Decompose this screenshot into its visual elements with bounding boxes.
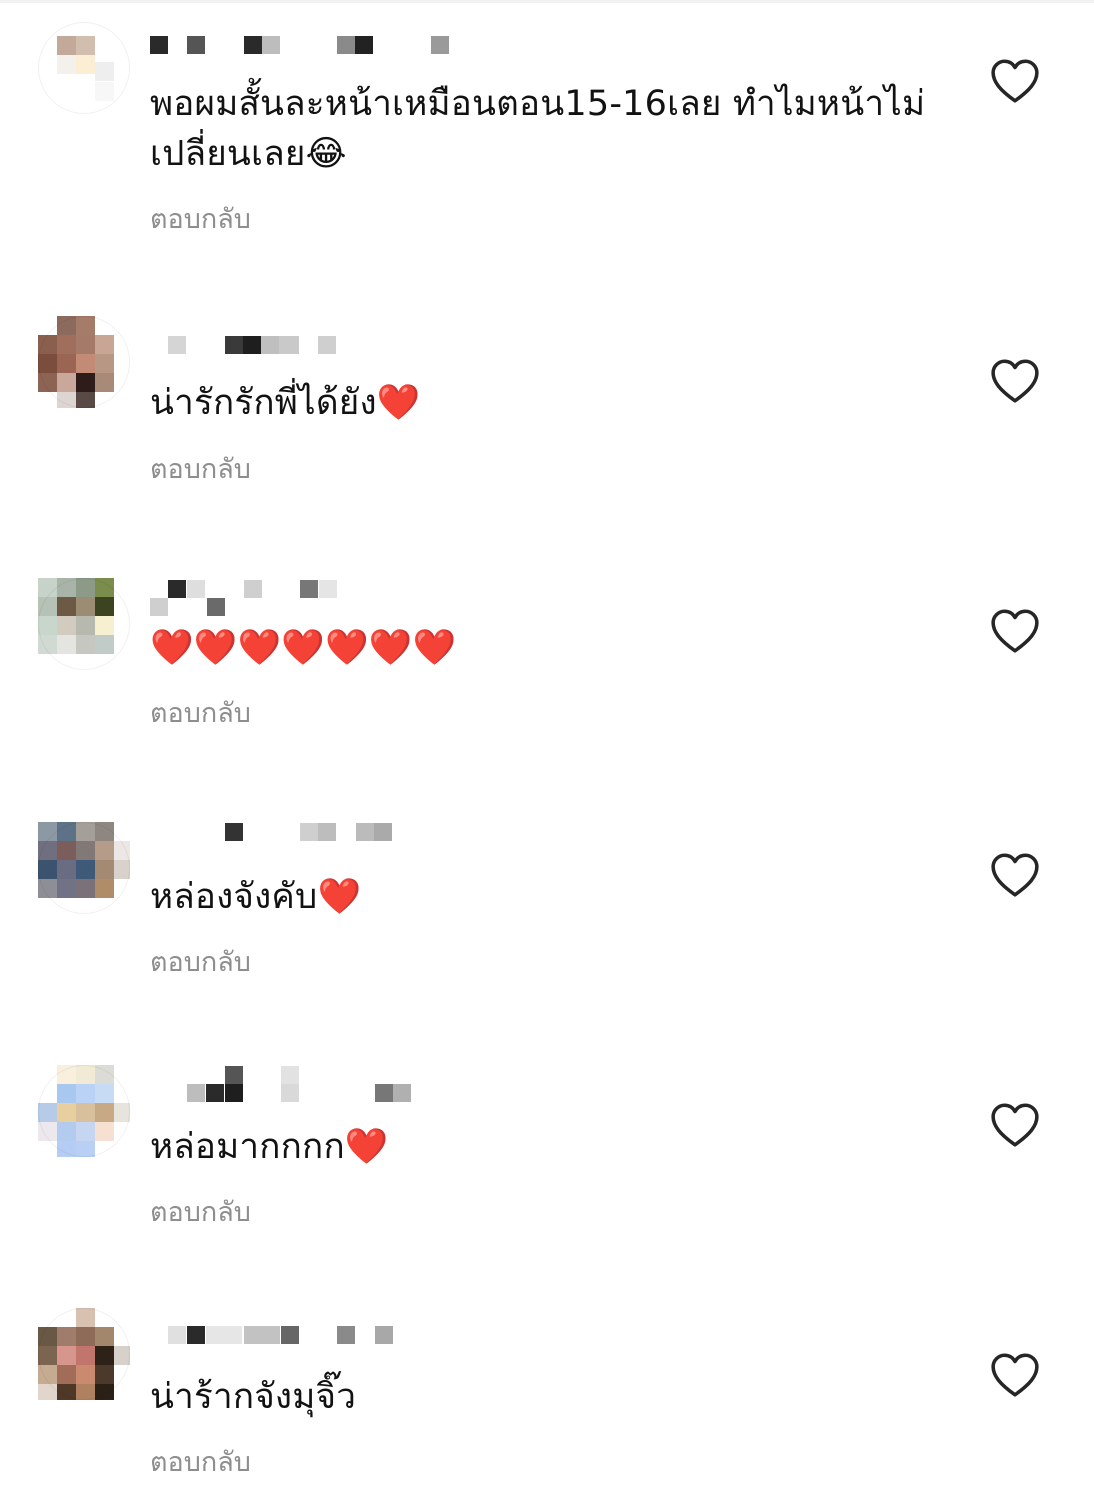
like-button[interactable] [990,58,1040,104]
username-redacted[interactable] [150,336,450,364]
username-redacted[interactable] [150,580,450,616]
comment-text: หล่องจังคับ❤️ [150,877,362,917]
like-button[interactable] [990,358,1040,404]
username-redacted[interactable] [150,1066,450,1102]
top-divider [0,0,1094,3]
reply-button[interactable]: ตอบกลับ [150,946,251,980]
avatar[interactable] [38,1065,130,1157]
avatar[interactable] [38,316,130,408]
username-redacted[interactable] [150,36,450,64]
reply-button[interactable]: ตอบกลับ [150,1446,251,1480]
like-button[interactable] [990,1102,1040,1148]
comment-text: หล่อมากกกก❤️ [150,1127,389,1167]
reply-button[interactable]: ตอบกลับ [150,203,251,237]
comment-text: น่ารักรักพี่ได้ยัง❤️ [150,383,421,423]
heart-outline-icon [991,359,1039,403]
heart-outline-icon [991,1103,1039,1147]
reply-button[interactable]: ตอบกลับ [150,697,251,731]
reply-button[interactable]: ตอบกลับ [150,453,251,487]
avatar[interactable] [38,1308,130,1400]
username-redacted[interactable] [150,1326,450,1354]
like-button[interactable] [990,1352,1040,1398]
like-button[interactable] [990,852,1040,898]
heart-outline-icon [991,1353,1039,1397]
heart-outline-icon [991,59,1039,103]
heart-outline-icon [991,853,1039,897]
comment-text: น่าร้ากจังมุจิ๊ว [150,1377,357,1417]
like-button[interactable] [990,608,1040,654]
avatar[interactable] [38,22,130,114]
username-redacted[interactable] [150,823,450,851]
heart-outline-icon [991,609,1039,653]
comment-text: พอผมสั้นละหน้าเหมือนตอน15-16เลย ทำไมหน้า… [150,84,926,174]
comment-text: ❤️❤️❤️❤️❤️❤️❤️ [150,628,457,668]
avatar[interactable] [38,578,130,670]
reply-button[interactable]: ตอบกลับ [150,1196,251,1230]
avatar[interactable] [38,822,130,914]
